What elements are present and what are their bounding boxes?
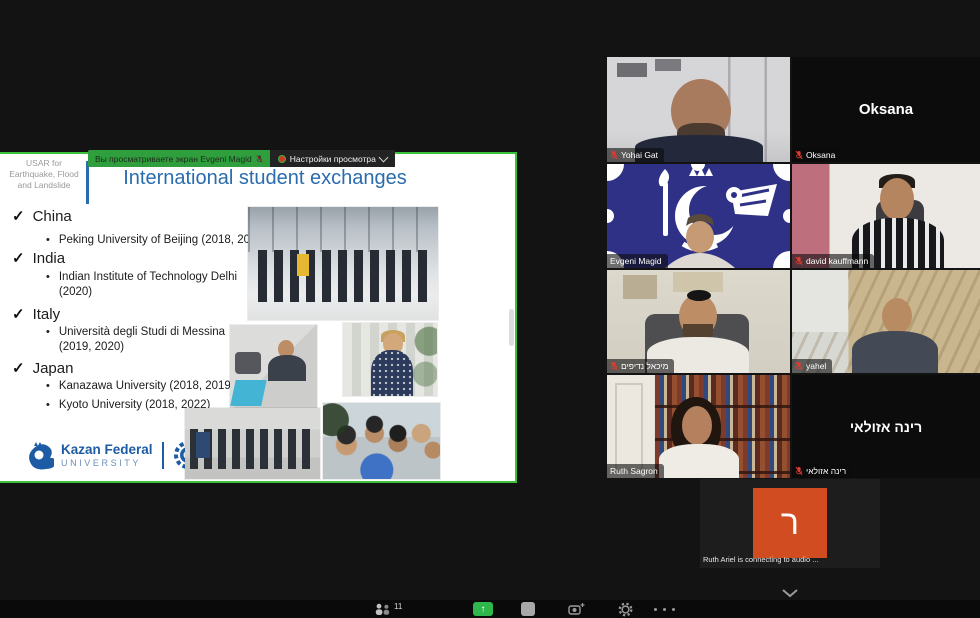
photo-classroom-group xyxy=(185,408,320,479)
slide-country-japan: ✓ Japan xyxy=(12,359,73,377)
participant-nametag: רינה אזולאי xyxy=(792,464,852,478)
stop-video-button[interactable] xyxy=(521,602,535,616)
screen-share-banner: Вы просматриваете экран Evgeni Magid Нас… xyxy=(88,150,395,167)
share-indicator-icon xyxy=(278,155,286,163)
layout-divider-handle[interactable] xyxy=(509,309,514,346)
check-icon: ✓ xyxy=(12,305,25,323)
slide-title: International student exchanges xyxy=(96,167,434,190)
share-arrow-icon: ↑ xyxy=(481,604,486,615)
slide-header-divider xyxy=(86,161,89,204)
muted-mic-icon xyxy=(256,154,263,164)
muted-mic-icon xyxy=(610,361,618,371)
video-tile-michael[interactable]: מיכאל נדיפים xyxy=(607,270,790,373)
slide-entry: • Peking University of Beijing (2018, 20… xyxy=(46,233,267,248)
logo-title: Kazan Federal xyxy=(61,442,153,457)
record-button[interactable] xyxy=(568,601,586,617)
slide-country-india: ✓ India xyxy=(12,249,65,267)
zoom-meeting-window: USAR for Earthquake, Flood and Landslide… xyxy=(0,0,980,618)
kfu-zilant-emblem xyxy=(607,164,790,268)
video-feed xyxy=(792,164,980,268)
check-icon: ✓ xyxy=(12,207,25,225)
participant-nametag: yahel xyxy=(792,359,832,373)
video-tile-rina-azulai[interactable]: רינה אזולאי רינה אזולאי xyxy=(792,375,980,478)
video-feed xyxy=(607,375,790,478)
muted-mic-icon xyxy=(610,150,618,160)
slide-corner-label: USAR for Earthquake, Flood and Landslide xyxy=(4,158,84,191)
bullet-icon: • xyxy=(46,233,50,248)
meeting-toolbar: 11 ↑ xyxy=(0,600,980,618)
participant-nametag: david kauffmann xyxy=(792,254,874,268)
connecting-status: Ruth Ariel is connecting to audio ... xyxy=(703,555,819,564)
bullet-icon: • xyxy=(46,325,50,355)
ellipsis-icon xyxy=(654,608,657,611)
video-tile-ruth-sagron[interactable]: Ruth Sagron xyxy=(607,375,790,478)
kazan-federal-university-logo: Kazan Federal UNIVERSITY xyxy=(24,440,203,470)
video-feed xyxy=(607,57,790,162)
gear-icon xyxy=(618,602,633,617)
photo-robotics-lab xyxy=(230,325,317,410)
zilant-dragon-icon xyxy=(24,440,54,470)
participant-display-name: Oksana xyxy=(792,57,980,162)
video-tile-david-kauffmann[interactable]: david kauffmann xyxy=(792,164,980,268)
logo-subtitle: UNIVERSITY xyxy=(61,458,153,468)
muted-mic-icon xyxy=(795,150,803,160)
camera-plus-icon xyxy=(568,602,586,616)
participants-count: 11 xyxy=(394,602,402,611)
slide-entry: • Università degli Studi di Messina (201… xyxy=(46,325,225,355)
participant-display-name: רינה אזולאי xyxy=(792,375,980,478)
participant-nametag: Evgeni Magid xyxy=(607,254,668,268)
bullet-icon: • xyxy=(46,270,50,300)
video-tile-evgeni-magid[interactable]: Evgeni Magid xyxy=(607,164,790,268)
share-screen-button[interactable]: ↑ xyxy=(473,602,493,616)
video-feed xyxy=(607,270,790,373)
check-icon: ✓ xyxy=(12,359,25,377)
check-icon: ✓ xyxy=(12,249,25,267)
muted-mic-icon xyxy=(795,466,803,476)
video-feed xyxy=(607,164,790,268)
shared-screen-slide: USAR for Earthquake, Flood and Landslide… xyxy=(0,152,517,483)
slide-country-italy: ✓ Italy xyxy=(12,305,60,323)
participant-nametag: Ruth Sagron xyxy=(607,464,664,478)
video-tile-yahel[interactable]: yahel xyxy=(792,270,980,373)
photo-student-gates xyxy=(343,323,437,396)
bullet-icon: • xyxy=(46,398,50,413)
participants-icon xyxy=(374,603,392,616)
slide-entry: • Kanazawa University (2018, 2019) xyxy=(46,379,235,394)
participant-nametag: Oksana xyxy=(792,148,841,162)
chevron-down-icon xyxy=(378,152,388,162)
muted-mic-icon xyxy=(795,361,803,371)
participants-button[interactable]: 11 xyxy=(374,601,402,617)
more-button[interactable] xyxy=(652,601,677,617)
video-tile-yohai-gat[interactable]: Yohai Gat xyxy=(607,57,790,162)
video-feed xyxy=(792,270,980,373)
settings-button[interactable] xyxy=(618,601,633,617)
slide-entry: • Indian Institute of Technology Delhi (… xyxy=(46,270,237,300)
video-tile-ruth-ariel[interactable]: ר Ruth Ariel is connecting to audio ... xyxy=(700,479,880,568)
viewing-screen-notice: Вы просматриваете экран Evgeni Magid xyxy=(88,150,270,167)
avatar: ר xyxy=(753,488,827,558)
slide-country-china: ✓ China xyxy=(12,207,72,225)
participant-nametag: Yohai Gat xyxy=(607,148,664,162)
photo-group-selfie xyxy=(323,403,440,479)
photo-china-group xyxy=(248,207,438,320)
video-tile-oksana[interactable]: Oksana Oksana xyxy=(792,57,980,162)
gallery-scroll-down-chevron[interactable] xyxy=(781,588,799,598)
bullet-icon: • xyxy=(46,379,50,394)
participant-nametag: מיכאל נדיפים xyxy=(607,359,674,373)
muted-mic-icon xyxy=(795,256,803,266)
view-options-button[interactable]: Настройки просмотра xyxy=(270,150,395,167)
logo-divider xyxy=(162,442,164,469)
